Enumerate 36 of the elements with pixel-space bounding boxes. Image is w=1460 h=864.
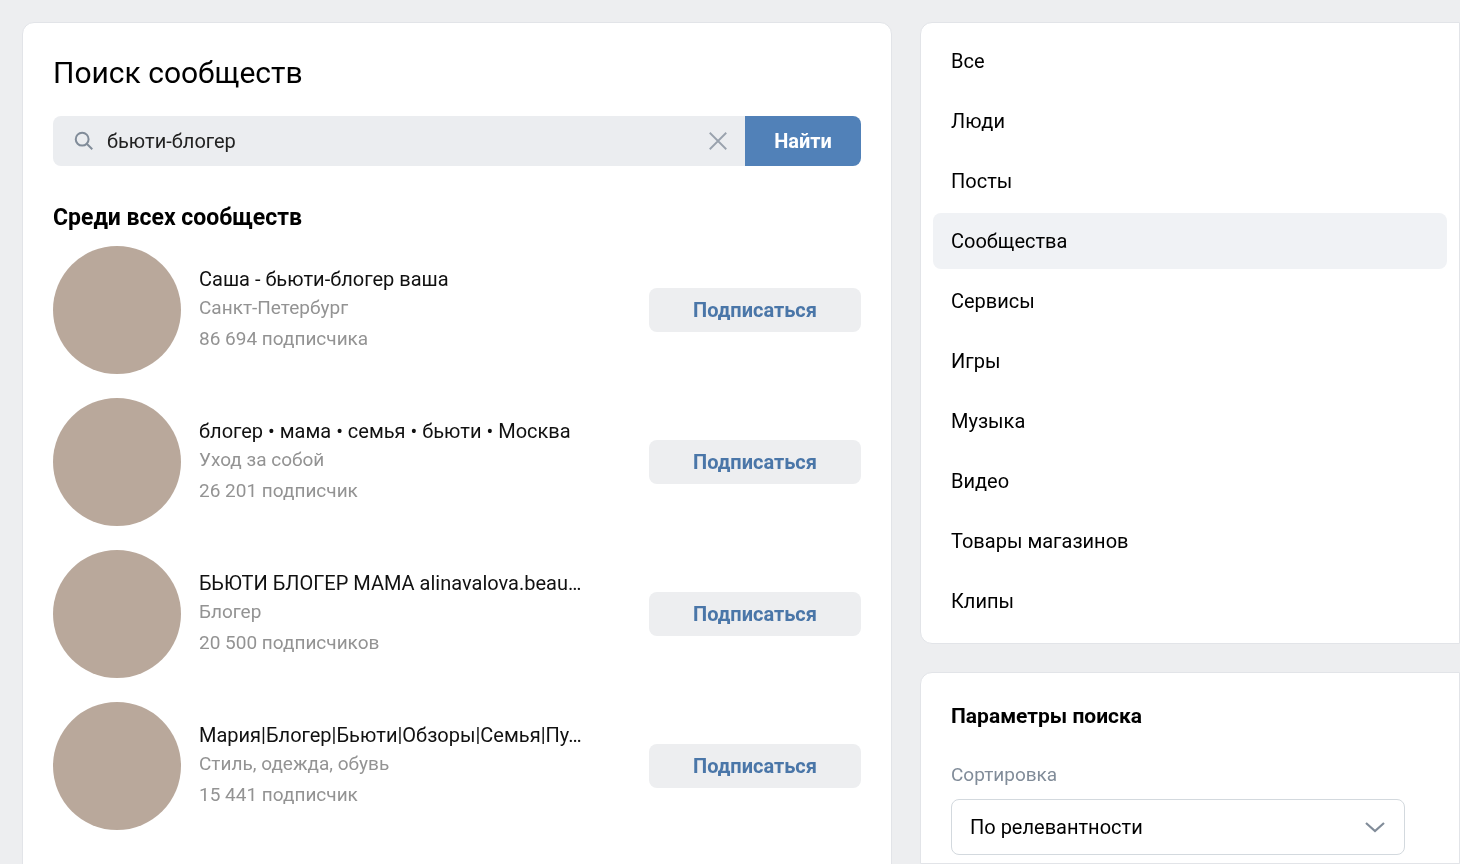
category-item[interactable]: Музыка	[933, 393, 1447, 449]
follower-count: 15 441 подписчик	[199, 782, 359, 808]
community-name[interactable]: БЬЮТИ БЛОГЕР МАМА alinavalova.beau…	[199, 568, 649, 598]
category-item[interactable]: Игры	[933, 333, 1447, 389]
search-field[interactable]: бьюти-блогер	[53, 116, 745, 166]
community-name[interactable]: блогер • мама • семья • бьюти • Москва	[199, 416, 649, 446]
category-item[interactable]: Все	[933, 33, 1447, 89]
category-item[interactable]: Посты	[933, 153, 1447, 209]
chevron-down-icon	[1364, 820, 1386, 834]
clear-icon[interactable]	[707, 130, 729, 152]
community-subtitle: Стиль, одежда, обувь	[199, 751, 391, 777]
community-name[interactable]: Саша - бьюти-блогер ваша	[199, 264, 649, 294]
search-icon	[73, 130, 95, 152]
section-title: Среди всех сообществ	[53, 203, 303, 233]
community-name[interactable]: Мария|Блогер|Бьюти|Обзоры|Семья|Пу…	[199, 720, 649, 750]
page-title: Поиск сообществ	[53, 54, 304, 92]
category-item[interactable]: Сообщества	[933, 213, 1447, 269]
subscribe-button[interactable]: Подписаться	[649, 744, 861, 788]
follower-count: 26 201 подписчик	[199, 478, 359, 504]
sort-label: Сортировка	[951, 761, 1059, 788]
community-subtitle: Санкт-Петербург	[199, 295, 350, 321]
category-item[interactable]: Люди	[933, 93, 1447, 149]
params-title: Параметры поиска	[951, 703, 1144, 730]
subscribe-button[interactable]: Подписаться	[649, 592, 861, 636]
follower-count: 86 694 подписчика	[199, 326, 370, 352]
find-button[interactable]: Найти	[745, 116, 861, 166]
category-item[interactable]: Видео	[933, 453, 1447, 509]
subscribe-button[interactable]: Подписаться	[649, 288, 861, 332]
subscribe-button[interactable]: Подписаться	[649, 440, 861, 484]
community-subtitle: Уход за собой	[199, 447, 326, 473]
category-item[interactable]: Товары магазинов	[933, 513, 1447, 569]
follower-count: 20 500 подписчиков	[199, 630, 381, 656]
community-subtitle: Блогер	[199, 599, 263, 625]
category-item[interactable]: Клипы	[933, 573, 1447, 629]
sort-select[interactable]: По релевантности	[951, 799, 1405, 855]
category-item[interactable]: Сервисы	[933, 273, 1447, 329]
